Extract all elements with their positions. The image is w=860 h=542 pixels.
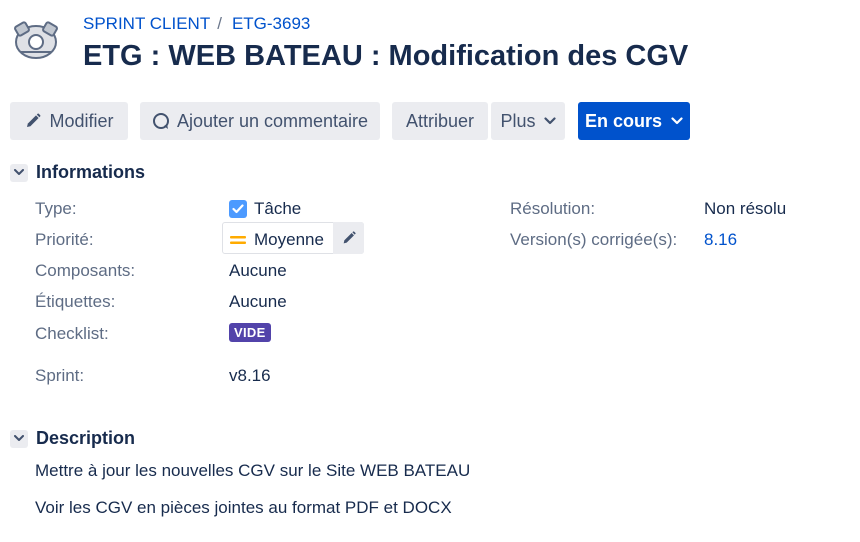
priority-label: Priorité: <box>35 230 94 249</box>
breadcrumb-project-link[interactable]: SPRINT CLIENT <box>83 14 210 34</box>
edit-button-label: Modifier <box>49 110 114 131</box>
type-value: Tâche <box>229 199 301 219</box>
issue-title[interactable]: ETG : WEB BATEAU : Modification des CGV <box>83 40 688 73</box>
chevron-down-icon <box>10 163 28 182</box>
chevron-down-icon <box>671 117 683 125</box>
description-section-toggle[interactable]: Description <box>10 428 135 449</box>
priority-value-text: Moyenne <box>254 230 324 249</box>
assign-button[interactable]: Attribuer <box>392 102 488 140</box>
details-section-title: Informations <box>36 162 146 182</box>
description-section-title: Description <box>36 428 136 448</box>
details-section-toggle[interactable]: Informations <box>10 162 145 183</box>
priority-value[interactable]: Moyenne <box>230 230 324 250</box>
status-button-label: En cours <box>584 110 663 131</box>
pencil-icon <box>27 113 41 127</box>
sprint-label: Sprint: <box>35 366 85 385</box>
labels-label: Étiquettes: <box>35 292 116 311</box>
sprint-value[interactable]: v8.16 <box>229 366 271 386</box>
fix-versions-label: Version(s) corrigée(s): <box>510 230 678 249</box>
resolution-label: Résolution: <box>510 199 596 218</box>
chevron-down-icon <box>10 429 28 448</box>
checklist-label: Checklist: <box>35 324 109 343</box>
type-value-text: Tâche <box>254 199 302 218</box>
checkbox-icon <box>229 200 247 218</box>
status-button[interactable]: En cours <box>578 102 690 140</box>
components-value[interactable]: Aucune <box>229 261 287 281</box>
components-label: Composants: <box>35 261 136 280</box>
project-avatar[interactable] <box>10 14 62 66</box>
chevron-down-icon <box>543 117 556 125</box>
assign-button-label: Attribuer <box>405 110 475 131</box>
type-label: Type: <box>35 199 77 218</box>
comment-icon <box>152 112 169 129</box>
breadcrumb-separator: / <box>217 14 222 33</box>
description-line: Mettre à jour les nouvelles CGV sur le S… <box>35 461 471 480</box>
edit-button[interactable]: Modifier <box>10 102 128 140</box>
add-comment-button-label: Ajouter un commentaire <box>176 110 369 131</box>
project-avatar-icon <box>14 21 58 59</box>
more-button[interactable]: Plus <box>491 102 565 140</box>
priority-edit-button[interactable] <box>333 222 364 254</box>
breadcrumb-issue-key-link[interactable]: ETG-3693 <box>232 14 310 34</box>
breadcrumb: SPRINT CLIENT / ETG-3693 <box>83 14 310 34</box>
more-button-label: Plus <box>500 110 536 131</box>
description-line: Voir les CGV en pièces jointes au format… <box>35 498 452 517</box>
labels-value[interactable]: Aucune <box>229 292 287 312</box>
resolution-value: Non résolu <box>704 199 787 218</box>
add-comment-button[interactable]: Ajouter un commentaire <box>140 102 380 140</box>
fix-versions-link[interactable]: 8.16 <box>704 230 737 250</box>
priority-medium-icon <box>230 236 246 244</box>
checklist-value[interactable]: VIDE <box>229 323 271 342</box>
pencil-icon <box>343 231 356 244</box>
checklist-status-badge: VIDE <box>229 323 271 342</box>
